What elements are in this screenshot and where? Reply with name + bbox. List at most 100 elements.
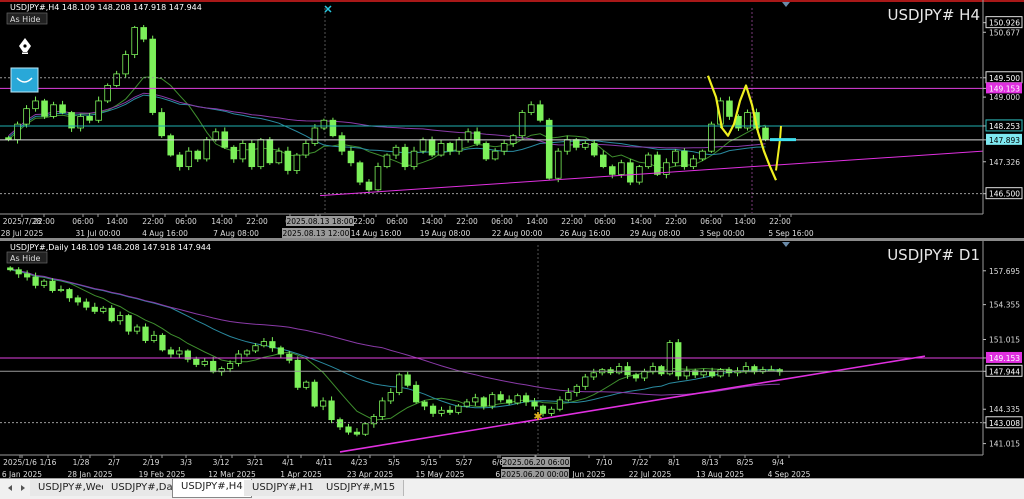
svg-text:22:00: 22:00 xyxy=(33,217,55,226)
candle xyxy=(41,98,48,119)
price-label: 157.695 xyxy=(983,267,1020,276)
candle xyxy=(383,153,391,169)
svg-text:14:00: 14:00 xyxy=(421,217,443,226)
svg-text:149.000: 149.000 xyxy=(989,93,1020,102)
svg-text:06:00: 06:00 xyxy=(594,217,616,226)
tab-scroll-left-icon[interactable] xyxy=(6,485,16,491)
candle xyxy=(293,152,301,174)
candle xyxy=(203,137,211,162)
h4-info-text: USDJPY#,H4 148.109 148.208 147.918 147.9… xyxy=(10,3,202,12)
svg-text:1/16: 1/16 xyxy=(40,458,57,467)
svg-text:4 Sep 2025: 4 Sep 2025 xyxy=(768,470,811,478)
svg-text:14:00: 14:00 xyxy=(734,217,756,226)
price-label: 144.335 xyxy=(983,405,1020,414)
svg-text:147.893: 147.893 xyxy=(989,136,1020,145)
svg-text:22 Aug 00:00: 22 Aug 00:00 xyxy=(492,229,543,238)
svg-text:As Hide: As Hide xyxy=(10,15,41,24)
svg-text:143.008: 143.008 xyxy=(989,419,1020,428)
tab-m15[interactable]: USDJPY#,M15 xyxy=(318,480,405,496)
svg-text:06:00: 06:00 xyxy=(386,217,408,226)
svg-text:5 Sep 16:00: 5 Sep 16:00 xyxy=(768,229,814,238)
tab-scroll-right-icon[interactable] xyxy=(18,485,28,491)
svg-text:1 Apr 2025: 1 Apr 2025 xyxy=(280,470,322,478)
tab-h1[interactable]: USDJPY#,H1 xyxy=(244,480,323,496)
svg-text:2025.06.20 00:00: 2025.06.20 00:00 xyxy=(502,470,569,478)
svg-text:13 Aug 2025: 13 Aug 2025 xyxy=(696,470,744,478)
svg-text:14:00: 14:00 xyxy=(211,217,233,226)
candle xyxy=(104,83,111,104)
candle xyxy=(762,126,769,142)
svg-text:23 Apr 2025: 23 Apr 2025 xyxy=(347,470,394,478)
svg-text:150.677: 150.677 xyxy=(989,28,1020,37)
tab-h4[interactable]: USDJPY#,H4 xyxy=(172,479,252,498)
candle xyxy=(545,118,553,180)
smile-tool-icon[interactable] xyxy=(10,67,39,93)
price-label: 143.008 xyxy=(983,416,1023,429)
svg-text:154.355: 154.355 xyxy=(989,301,1020,310)
svg-text:141.015: 141.015 xyxy=(989,440,1020,449)
as-hide-button-daily[interactable]: As Hide xyxy=(6,251,48,264)
daily-chart[interactable]: 157.695 154.355 151.015 149.153 147.944 144.3… xyxy=(0,241,1024,478)
candle xyxy=(125,313,132,335)
svg-text:150.926: 150.926 xyxy=(989,19,1020,28)
svg-text:22:00: 22:00 xyxy=(769,217,791,226)
svg-text:15 May 2025: 15 May 2025 xyxy=(416,470,465,478)
candle xyxy=(374,162,382,192)
candle xyxy=(379,397,386,421)
candle xyxy=(401,143,409,171)
price-label: 149.153 xyxy=(983,82,1022,94)
svg-text:19 Feb 2025: 19 Feb 2025 xyxy=(139,470,186,478)
svg-text:2025.08.13 18:00: 2025.08.13 18:00 xyxy=(287,217,354,226)
svg-text:9/4: 9/4 xyxy=(772,458,784,467)
svg-text:144.335: 144.335 xyxy=(989,405,1020,414)
candle xyxy=(654,151,661,176)
svg-text:Jun 2025: Jun 2025 xyxy=(571,470,605,478)
svg-text:22:00: 22:00 xyxy=(561,217,583,226)
candle xyxy=(158,108,165,138)
svg-text:14:00: 14:00 xyxy=(630,217,652,226)
candle xyxy=(131,25,138,59)
svg-text:06:00: 06:00 xyxy=(175,217,197,226)
as-hide-button[interactable]: As Hide xyxy=(6,12,48,25)
svg-text:3/3: 3/3 xyxy=(180,458,192,467)
svg-text:As Hide: As Hide xyxy=(10,254,41,263)
svg-text:4/23: 4/23 xyxy=(351,458,368,467)
price-label: 149.000 xyxy=(983,93,1020,102)
price-label: 150.926 xyxy=(983,16,1023,29)
candle xyxy=(302,140,310,159)
svg-text:22:00: 22:00 xyxy=(246,217,268,226)
svg-text:5/5: 5/5 xyxy=(388,458,400,467)
svg-text:5/15: 5/15 xyxy=(421,458,438,467)
price-label: 147.326 xyxy=(983,158,1020,167)
candle xyxy=(627,158,634,186)
price-label: 141.015 xyxy=(983,440,1020,449)
svg-text:157.695: 157.695 xyxy=(989,267,1020,276)
svg-text:4 Aug 16:00: 4 Aug 16:00 xyxy=(142,229,188,238)
candle xyxy=(149,35,156,116)
svg-text:06:00: 06:00 xyxy=(700,217,722,226)
svg-text:4/11: 4/11 xyxy=(316,458,333,467)
svg-text:7/10: 7/10 xyxy=(596,458,613,467)
svg-text:149.153: 149.153 xyxy=(989,84,1020,93)
candle xyxy=(239,140,247,163)
candle xyxy=(744,109,751,131)
svg-text:22:00: 22:00 xyxy=(142,217,164,226)
svg-text:147.326: 147.326 xyxy=(989,158,1020,167)
candle xyxy=(329,117,337,138)
svg-text:✱: ✱ xyxy=(533,410,542,423)
candle xyxy=(266,137,274,165)
svg-text:2/7: 2/7 xyxy=(108,458,120,467)
svg-text:29 Aug 08:00: 29 Aug 08:00 xyxy=(630,229,681,238)
candle xyxy=(122,50,129,78)
svg-text:14:00: 14:00 xyxy=(106,217,128,226)
svg-text:5/27: 5/27 xyxy=(456,458,473,467)
svg-text:149.153: 149.153 xyxy=(989,354,1020,363)
svg-text:4/1: 4/1 xyxy=(282,458,294,467)
svg-text:6 Jan 2025: 6 Jan 2025 xyxy=(2,470,42,478)
h4-chart[interactable]: 150.926150.677 149.500149.153149.000 148.2… xyxy=(0,0,1024,238)
svg-text:146.500: 146.500 xyxy=(989,190,1020,199)
candle xyxy=(356,160,364,186)
svg-text:3/21: 3/21 xyxy=(247,458,264,467)
svg-text:22:00: 22:00 xyxy=(353,217,375,226)
candle xyxy=(167,133,175,157)
